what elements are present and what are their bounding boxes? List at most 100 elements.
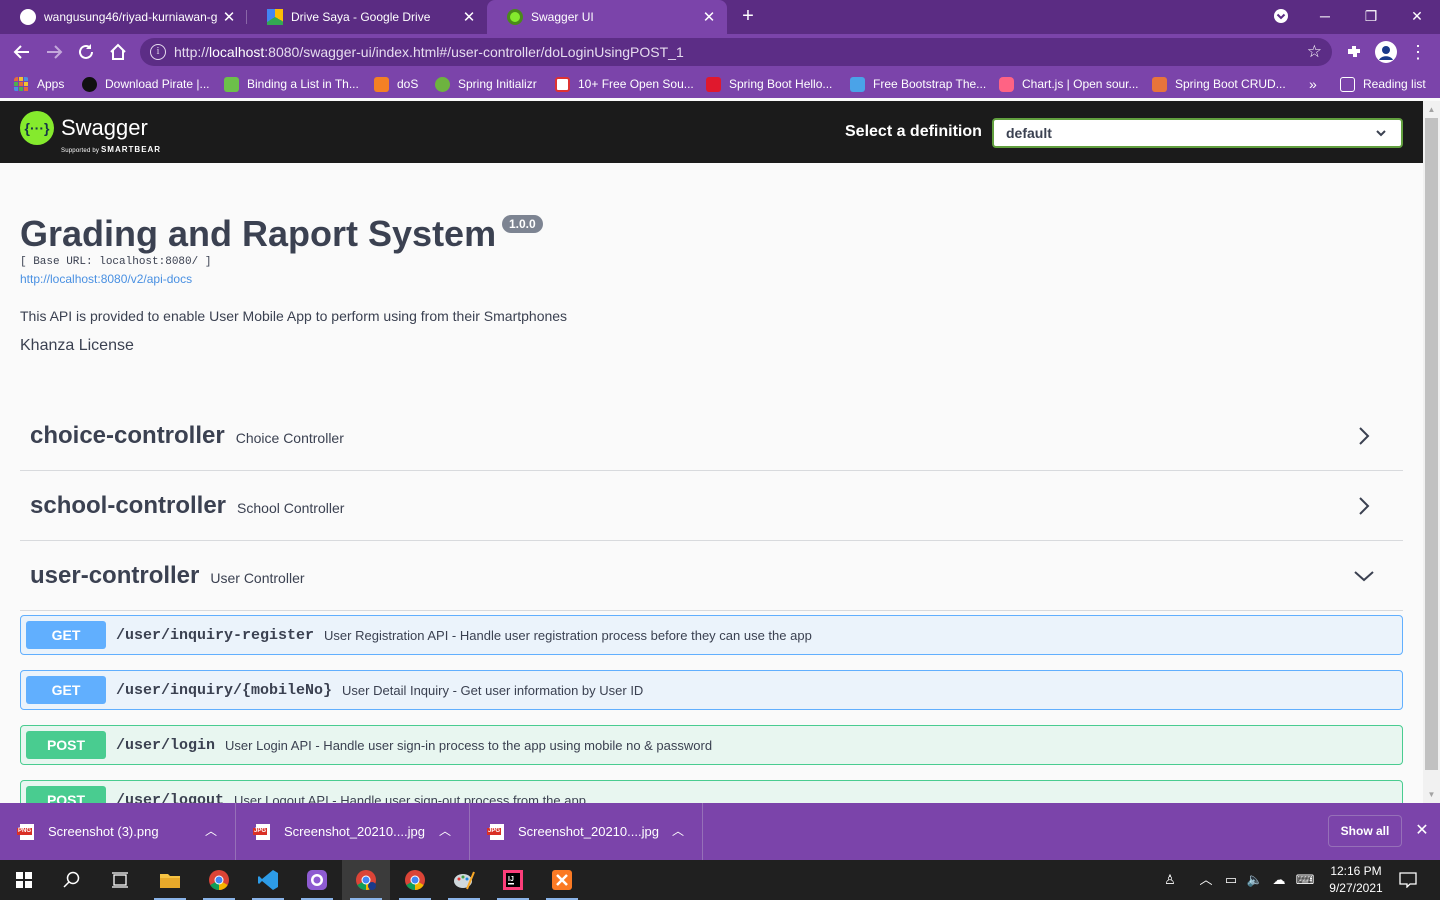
operation-summary: User Login API - Handle user sign-in pro… [225,737,713,753]
back-arrow-icon[interactable] [10,40,34,64]
scroll-down-arrow-icon[interactable]: ▼ [1423,786,1440,803]
minimize-button[interactable]: ─ [1310,4,1340,28]
vertical-scrollbar[interactable]: ▲ ▼ [1423,101,1440,803]
github-desktop-icon[interactable] [293,860,341,900]
close-downloads-icon[interactable]: ✕ [1412,817,1432,845]
bookmark-dos[interactable]: doS [374,70,418,98]
tab-close-button[interactable]: ✕ [701,8,717,26]
bookmark-star-icon[interactable]: ☆ [1307,38,1322,66]
file-explorer-icon[interactable] [146,860,194,900]
chevron-up-icon[interactable]: ︿ [672,803,684,860]
download-item[interactable]: JPG Screenshot_20210....jpg ︿ [470,803,703,860]
close-window-button[interactable]: ✕ [1402,4,1432,28]
task-view-icon[interactable] [96,860,144,900]
tab-strip: wangusung46/riyad-kurniawan-g ✕ Drive Sa… [0,0,1440,34]
operation-get-inquiry-mobile[interactable]: GET /user/inquiry/{mobileNo} User Detail… [20,670,1403,710]
url-prefix: http:// [174,44,210,60]
bookmark-spring-boot-crud[interactable]: Spring Boot CRUD... [1152,70,1286,98]
svg-text:IJ: IJ [508,876,514,883]
windows-taskbar: IJ ♙ ︿ ▭ 🔈 ☁ ⌨ 12:16 PM 9/27/2021 [0,860,1440,900]
cloud-icon[interactable]: ☁ [1268,860,1290,900]
extensions-icon[interactable] [1342,40,1366,64]
restore-button[interactable]: ❐ [1356,4,1386,28]
download-item[interactable]: JPG Screenshot_20210....jpg ︿ [236,803,470,860]
intellij-icon[interactable]: IJ [489,860,537,900]
tag-choice-controller[interactable]: choice-controller Choice Controller [20,401,1403,471]
chevron-down-icon[interactable] [1353,565,1375,587]
notifications-icon[interactable] [1396,860,1420,900]
volume-icon[interactable]: 🔈 [1244,860,1266,900]
tag-name: choice-controller [30,421,225,449]
operation-post-login[interactable]: POST /user/login User Login API - Handle… [20,725,1403,765]
network-icon[interactable]: ▭ [1220,860,1242,900]
tab-close-button[interactable]: ✕ [221,8,237,26]
tag-user-controller[interactable]: user-controller User Controller [20,541,1403,611]
definition-select[interactable]: default [992,118,1403,148]
bookmark-download-pirate[interactable]: Download Pirate |... [82,70,210,98]
method-badge: GET [26,621,106,649]
menu-kebab-icon[interactable]: ⋮ [1406,40,1430,64]
scroll-up-arrow-icon[interactable]: ▲ [1423,101,1440,118]
bookmark-chartjs[interactable]: Chart.js | Open sour... [999,70,1139,98]
operation-post-logout[interactable]: POST /user/logout User Logout API - Hand… [20,780,1403,803]
download-item[interactable]: PNG Screenshot (3).png ︿ [0,803,236,860]
address-bar[interactable]: i http://localhost:8080/swagger-ui/index… [140,38,1332,66]
tag-school-controller[interactable]: school-controller School Controller [20,471,1403,541]
tab-close-button[interactable]: ✕ [461,8,477,26]
bookmark-label: Free Bootstrap The... [873,77,987,91]
download-filename: Screenshot (3).png [48,824,159,839]
paint-icon[interactable] [440,860,488,900]
chevron-up-icon[interactable]: ︿ [1196,860,1216,900]
chevron-right-icon[interactable] [1353,425,1375,447]
apps-grid-icon [14,76,28,91]
tag-description: School Controller [237,499,345,516]
profile-avatar[interactable] [1374,40,1398,64]
bookmark-label: Apps [37,77,65,91]
bookmark-free-open-source[interactable]: 10+ Free Open Sou... [555,70,694,98]
bookmark-binding-list[interactable]: Binding a List in Th... [224,70,359,98]
keyboard-icon[interactable]: ⌨ [1292,860,1318,900]
forward-arrow-icon[interactable] [42,40,66,64]
show-all-downloads-button[interactable]: Show all [1328,815,1402,847]
bookmark-label: Chart.js | Open sour... [1022,77,1139,91]
reload-icon[interactable] [74,40,98,64]
tab-search-icon[interactable] [1266,4,1296,28]
chevron-up-icon[interactable]: ︿ [439,803,451,860]
new-tab-button[interactable]: + [737,5,759,29]
site-icon [555,76,570,92]
system-clock[interactable]: 12:16 PM 9/27/2021 [1318,863,1394,897]
jpg-file-icon: JPG [487,823,504,840]
chevron-up-icon[interactable]: ︿ [205,803,217,860]
scrollbar-thumb[interactable] [1425,118,1438,770]
api-docs-link[interactable]: http://localhost:8080/v2/api-docs [20,272,192,286]
tab-swagger-ui[interactable]: Swagger UI ✕ [487,0,727,34]
windows-start-icon[interactable] [0,860,48,900]
site-info-icon[interactable]: i [150,44,166,60]
chevron-right-icon[interactable] [1353,495,1375,517]
site-icon [850,76,865,92]
reading-list-button[interactable]: Reading list [1340,70,1426,98]
bookmark-free-bootstrap[interactable]: Free Bootstrap The... [850,70,986,98]
tab-google-drive[interactable]: Drive Saya - Google Drive ✕ [247,0,487,34]
chrome-icon[interactable] [195,860,243,900]
github-icon [20,9,36,25]
chrome-profile-icon[interactable] [342,860,390,900]
xampp-icon[interactable] [538,860,586,900]
home-icon[interactable] [106,40,130,64]
swagger-logo-icon: {···} [20,111,54,145]
bookmark-spring-initializr[interactable]: Spring Initializr [435,70,537,98]
vscode-icon[interactable] [244,860,292,900]
swagger-logo[interactable]: {···} Swagger Supported by SMARTBEAR [20,111,160,154]
png-file-icon: PNG [17,823,34,840]
search-icon[interactable] [48,860,96,900]
bookmark-apps[interactable]: Apps [14,70,64,98]
tab-github[interactable]: wangusung46/riyad-kurniawan-g ✕ [0,0,247,34]
clock-time: 12:16 PM [1330,864,1382,878]
method-badge: POST [26,731,106,759]
chrome-secondary-icon[interactable] [391,860,439,900]
bookmark-spring-boot-hello[interactable]: Spring Boot Hello... [706,70,832,98]
operation-get-inquiry-register[interactable]: GET /user/inquiry-register User Registra… [20,615,1403,655]
stackoverflow-icon [374,76,389,92]
people-icon[interactable]: ♙ [1156,860,1184,900]
more-bookmarks-button[interactable]: » [1309,70,1317,98]
